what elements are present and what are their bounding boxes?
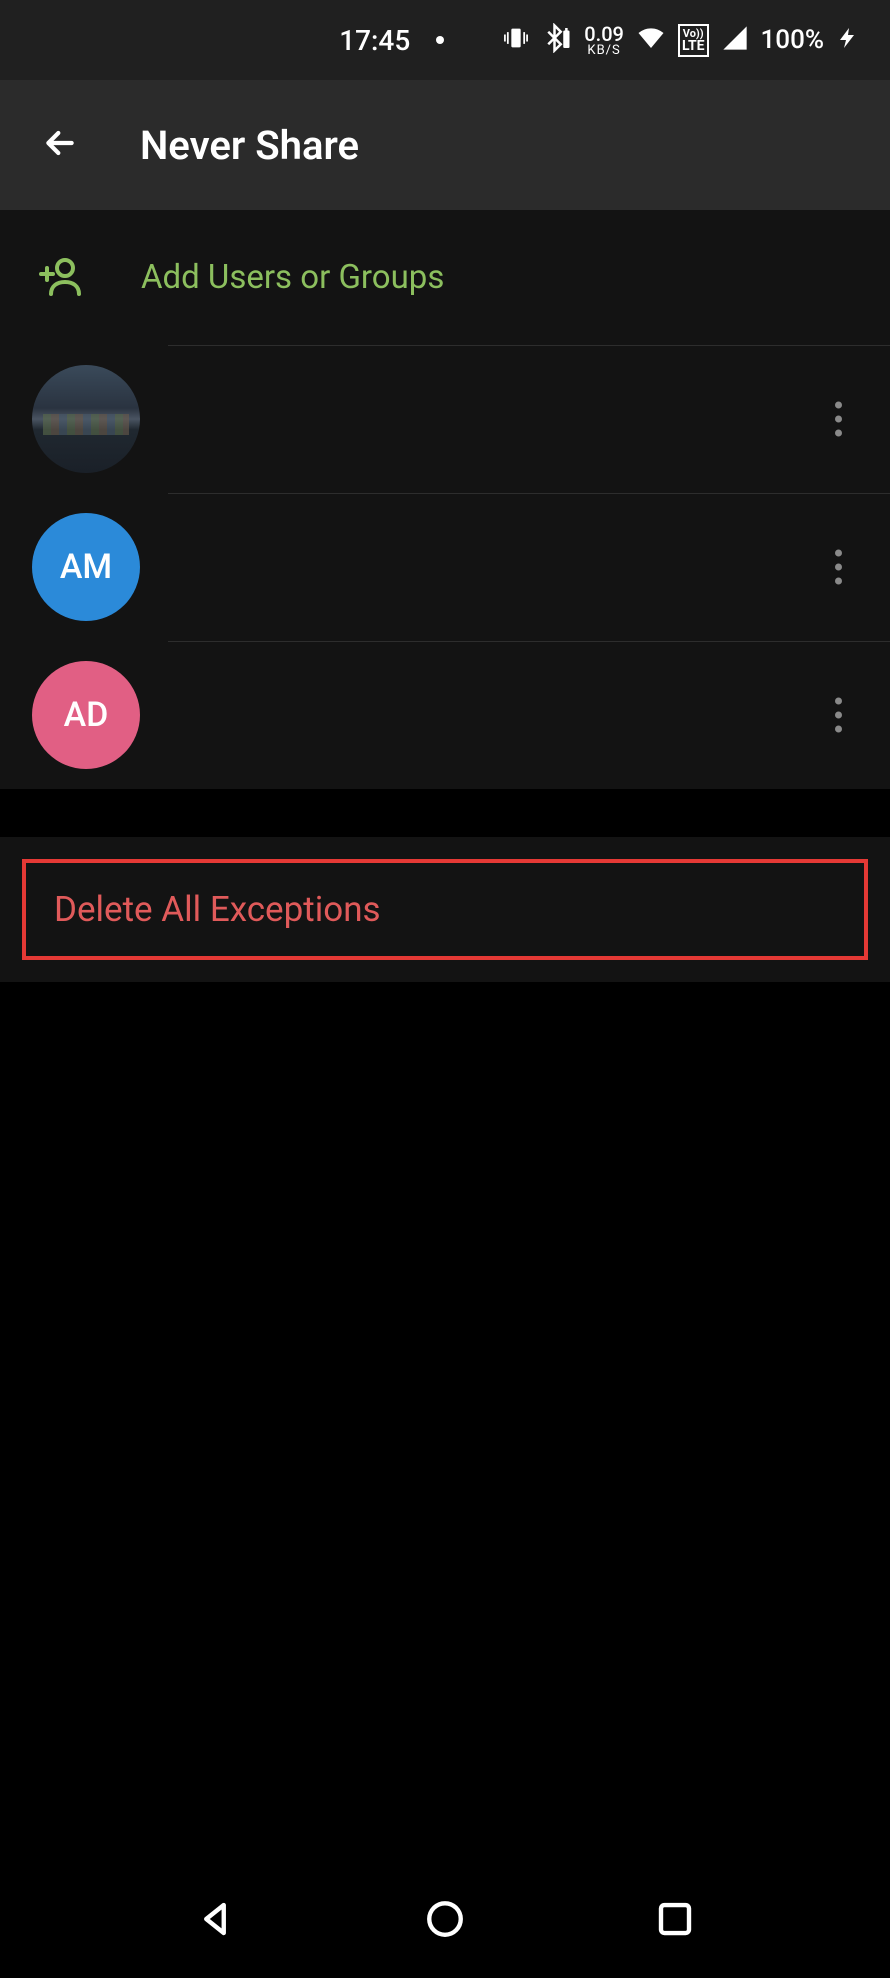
status-dot-icon [436, 36, 444, 44]
status-bar: 17:45 0.09 KB/S Vo)) LTE 100% [0, 0, 890, 80]
list-item[interactable] [0, 345, 890, 493]
battery-text: 100% [761, 25, 824, 55]
app-bar: Never Share [0, 80, 890, 210]
back-arrow-icon[interactable] [40, 123, 80, 167]
status-icons: 0.09 KB/S Vo)) LTE 100% [502, 23, 860, 57]
charging-icon [836, 26, 860, 54]
divider [168, 641, 890, 642]
divider [168, 345, 890, 346]
wifi-icon [636, 23, 666, 57]
more-options-icon[interactable] [825, 688, 852, 743]
avatar: AM [32, 513, 140, 621]
nav-home-icon[interactable] [424, 1898, 466, 1944]
signal-icon [721, 24, 749, 56]
list-item[interactable]: AD [0, 641, 890, 789]
section-gap [0, 789, 890, 837]
avatar [32, 365, 140, 473]
more-options-icon[interactable] [825, 392, 852, 447]
navigation-bar [0, 1863, 890, 1978]
add-users-row[interactable]: Add Users or Groups [0, 210, 890, 345]
delete-all-exceptions-button[interactable]: Delete All Exceptions [22, 859, 868, 960]
nav-back-icon[interactable] [194, 1898, 236, 1944]
more-options-icon[interactable] [825, 540, 852, 595]
avatar: AD [32, 661, 140, 769]
bluetooth-battery-icon [542, 23, 572, 57]
add-users-label: Add Users or Groups [141, 258, 444, 297]
status-time: 17:45 [339, 24, 410, 57]
vibrate-icon [502, 24, 530, 56]
add-user-icon [35, 252, 83, 304]
divider [168, 493, 890, 494]
nav-recent-icon[interactable] [654, 1898, 696, 1944]
content-area: Add Users or Groups AM AD [0, 210, 890, 789]
delete-section: Delete All Exceptions [0, 837, 890, 982]
volte-icon: Vo)) LTE [678, 24, 709, 57]
list-item[interactable]: AM [0, 493, 890, 641]
data-rate-icon: 0.09 KB/S [584, 24, 624, 57]
page-title: Never Share [140, 122, 359, 169]
